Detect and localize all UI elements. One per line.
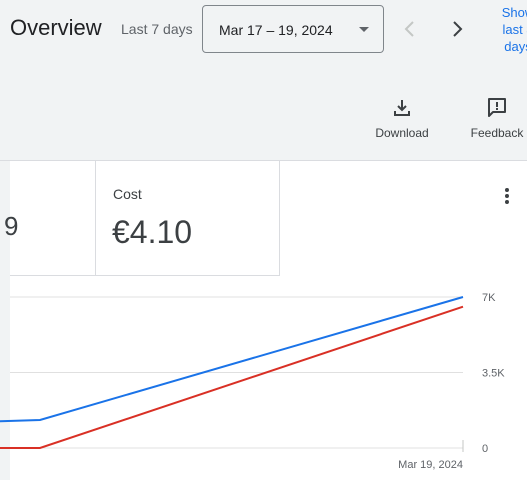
performance-chart: 7K 3.5K 0 Mar 19, 2024 (0, 292, 505, 471)
series-line-1[interactable] (0, 296, 464, 423)
y-tick-label: 7K (482, 292, 496, 304)
y-tick-label: 3.5K (482, 368, 505, 380)
series-line-2[interactable] (0, 305, 464, 449)
overview-page: Overview Last 7 days Mar 17 – 19, 2024 S… (0, 0, 527, 480)
x-tick-label: Mar 19, 2024 (398, 459, 463, 471)
y-tick-label: 0 (482, 443, 488, 455)
